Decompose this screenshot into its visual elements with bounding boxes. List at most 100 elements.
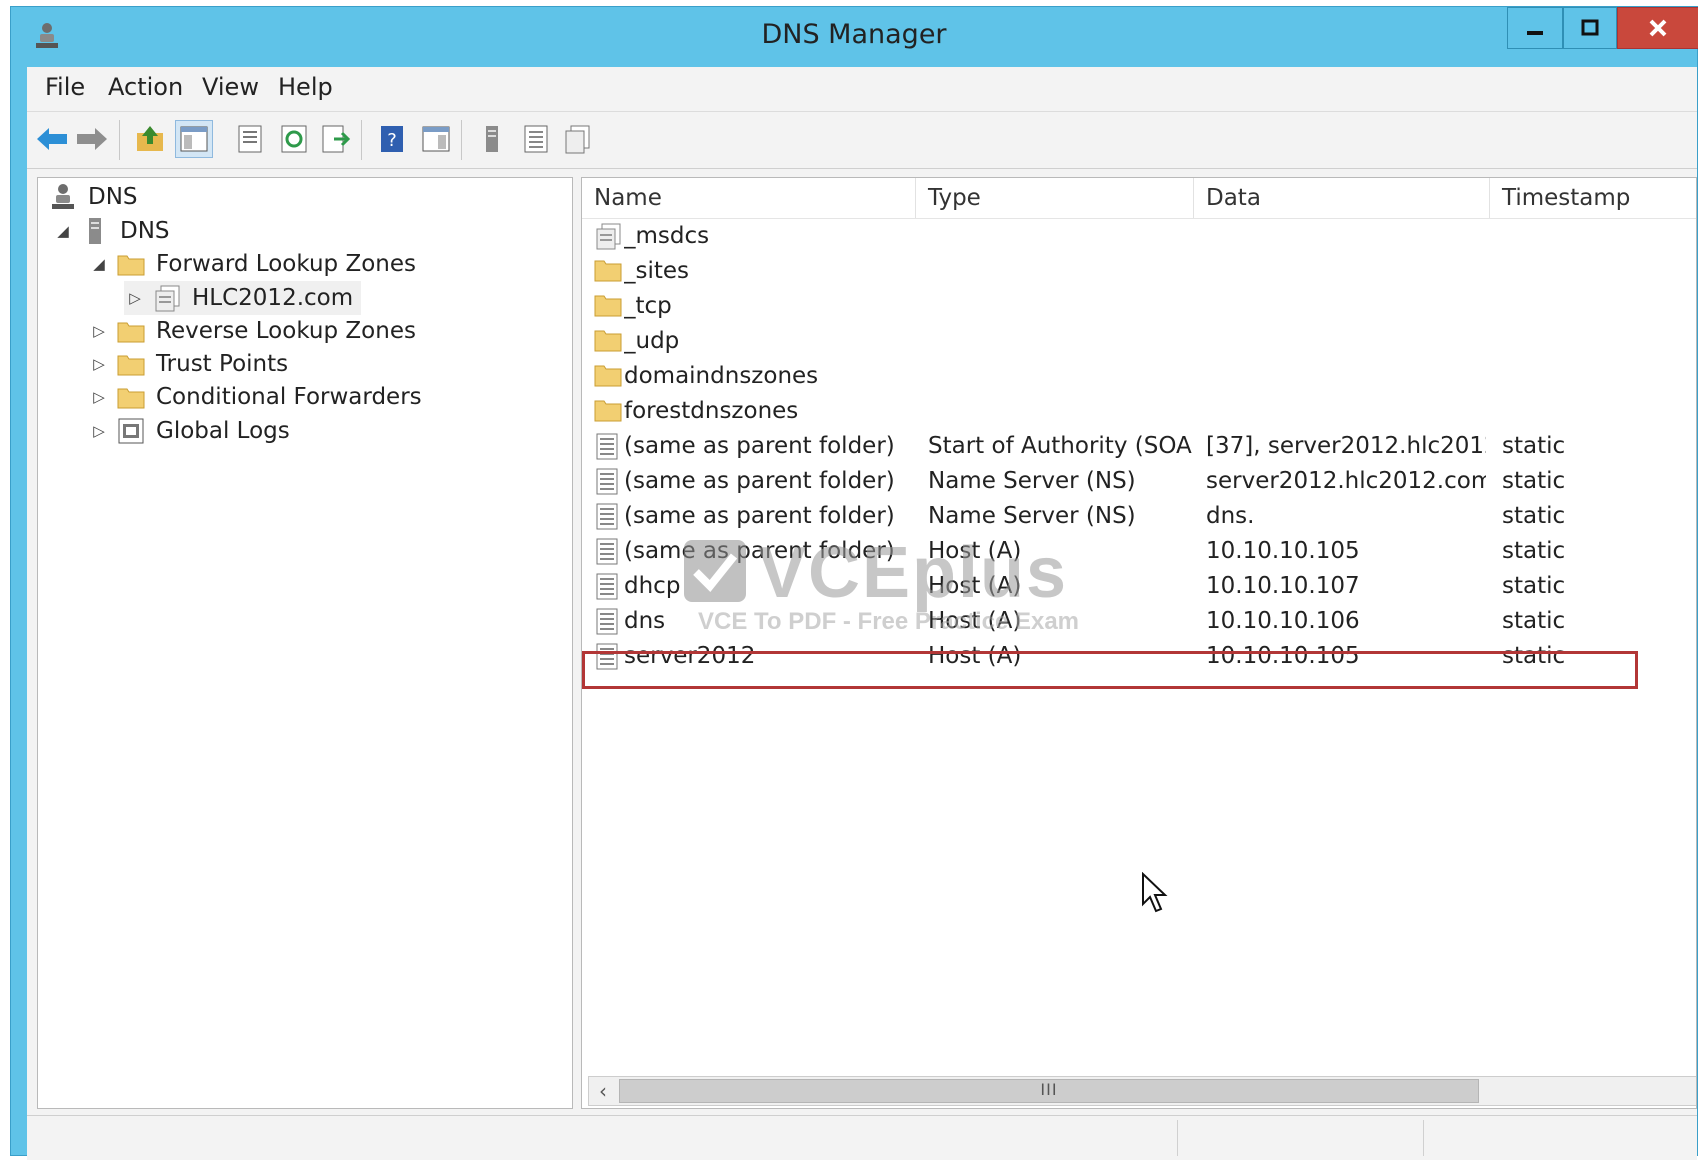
menu-action[interactable]: Action (108, 73, 183, 101)
cell-name: _tcp (624, 293, 672, 319)
table-row[interactable]: forestdnszones (582, 394, 1696, 429)
cell-name: server2012 (624, 643, 756, 669)
cell-name: domaindnszones (624, 363, 819, 389)
record-icon (594, 642, 622, 670)
table-row[interactable]: _sites (582, 254, 1696, 289)
cell-data (1206, 359, 1486, 394)
expand-arrow-icon[interactable]: ▷ (88, 388, 110, 406)
table-row[interactable]: (same as parent folder) Start of Authorit… (582, 429, 1696, 464)
table-row[interactable]: server2012 Host (A) 10.10.10.105 static (582, 639, 1696, 674)
cell-type (928, 359, 1192, 394)
maximize-button[interactable] (1563, 7, 1617, 49)
table-row[interactable]: domaindnszones (582, 359, 1696, 394)
cell-name: _sites (624, 258, 690, 284)
cell-name: (same as parent folder) (624, 468, 895, 494)
cell-data: [37], server2012.hlc2012.c... (1206, 433, 1486, 459)
table-row[interactable]: _udp (582, 324, 1696, 359)
table-row[interactable]: _tcp (582, 289, 1696, 324)
column-header-type[interactable]: Type (916, 178, 1194, 218)
export-list-icon[interactable] (317, 120, 355, 158)
column-header-data[interactable]: Data (1194, 178, 1490, 218)
cell-data (1206, 254, 1486, 289)
tree-item-hlc2012-zone[interactable]: ▷ HLC2012.com (124, 281, 362, 315)
refresh-icon[interactable] (275, 120, 313, 158)
scrollbar-thumb[interactable]: III (619, 1079, 1479, 1103)
tree-item-global-logs[interactable]: ▷ Global Logs (88, 414, 290, 448)
cell-timestamp: static (1502, 643, 1566, 669)
status-pane (1177, 1120, 1178, 1156)
folder-icon (594, 362, 622, 390)
cell-timestamp (1502, 289, 1696, 324)
table-row[interactable]: (same as parent folder) Name Server (NS) d… (582, 499, 1696, 534)
cell-name: (same as parent folder) (624, 538, 895, 564)
menu-file[interactable]: File (45, 73, 85, 101)
server-icon[interactable] (473, 120, 511, 158)
tree-item-trust-points[interactable]: ▷ Trust Points (88, 347, 288, 381)
show-hide-action-pane-icon[interactable] (417, 120, 455, 158)
records-list[interactable]: Name Type Data Timestamp _msdcs _sites _tc… (581, 177, 1697, 1109)
title-bar[interactable]: DNS Manager (11, 7, 1698, 67)
console-tree[interactable]: DNS ◢ DNS ◢ Forward Lookup Zones ▷ HLC20… (37, 177, 573, 1109)
tree-item-dns-server[interactable]: ◢ DNS (52, 214, 170, 248)
up-folder-icon[interactable] (131, 120, 169, 158)
cell-timestamp (1502, 324, 1696, 359)
close-icon (1649, 19, 1667, 37)
column-header-timestamp[interactable]: Timestamp (1490, 178, 1696, 218)
column-header-name[interactable]: Name (582, 178, 916, 218)
cell-type: Host (A) (928, 643, 1022, 669)
list-icon[interactable] (517, 120, 555, 158)
horizontal-scrollbar[interactable]: ‹ III › (588, 1076, 1696, 1106)
cell-data: 10.10.10.105 (1206, 538, 1360, 564)
table-row[interactable]: _msdcs (582, 219, 1696, 254)
forward-icon[interactable] (73, 120, 111, 158)
help-icon[interactable]: ? (373, 120, 411, 158)
zone-icon (152, 283, 182, 313)
table-row[interactable]: (same as parent folder) Name Server (NS) s… (582, 464, 1696, 499)
expand-arrow-icon[interactable]: ▷ (88, 322, 110, 340)
cell-data (1206, 394, 1486, 429)
properties-icon[interactable] (231, 120, 269, 158)
expand-arrow-icon[interactable]: ▷ (124, 289, 146, 307)
cell-type (928, 394, 1192, 429)
tree-item-forward-lookup-zones[interactable]: ◢ Forward Lookup Zones (88, 247, 416, 281)
toolbar-separator (361, 120, 362, 160)
cell-type: Name Server (NS) (928, 503, 1136, 529)
menu-help[interactable]: Help (278, 73, 333, 101)
cell-type: Start of Authority (SOA) (928, 433, 1192, 459)
table-row[interactable]: (same as parent folder) Host (A) 10.10.10.… (582, 534, 1696, 569)
zone-icon[interactable] (559, 120, 597, 158)
collapse-arrow-icon[interactable]: ◢ (52, 222, 74, 240)
tree-item-dns-root[interactable]: DNS (48, 180, 138, 214)
expand-arrow-icon[interactable]: ▷ (88, 422, 110, 440)
record-icon (594, 467, 622, 495)
table-row[interactable]: dhcp Host (A) 10.10.10.107 static (582, 569, 1696, 604)
collapse-arrow-icon[interactable]: ◢ (88, 255, 110, 273)
minimize-button[interactable] (1507, 7, 1563, 49)
table-row[interactable]: dns Host (A) 10.10.10.106 static (582, 604, 1696, 639)
status-pane (1423, 1120, 1424, 1156)
close-button[interactable] (1617, 7, 1698, 49)
tree-label: Reverse Lookup Zones (156, 318, 416, 344)
cell-timestamp (1502, 219, 1696, 254)
cell-timestamp (1502, 394, 1696, 429)
cell-data (1206, 219, 1486, 254)
cell-type (928, 254, 1192, 289)
scroll-left-icon[interactable]: ‹ (589, 1077, 617, 1105)
record-icon (594, 537, 622, 565)
tree-label: DNS (120, 218, 170, 244)
cell-timestamp: static (1502, 573, 1566, 599)
tree-label: HLC2012.com (192, 285, 354, 311)
cell-type: Host (A) (928, 573, 1022, 599)
show-hide-console-tree-icon[interactable] (175, 120, 213, 158)
cell-name: _msdcs (624, 223, 710, 249)
folder-icon (594, 257, 622, 285)
cell-name: _udp (624, 328, 680, 354)
back-icon[interactable] (33, 120, 71, 158)
cell-data (1206, 289, 1486, 324)
tree-item-conditional-forwarders[interactable]: ▷ Conditional Forwarders (88, 380, 421, 414)
status-bar (27, 1115, 1697, 1160)
tree-item-reverse-lookup-zones[interactable]: ▷ Reverse Lookup Zones (88, 314, 416, 348)
expand-arrow-icon[interactable]: ▷ (88, 355, 110, 373)
cell-timestamp: static (1502, 468, 1566, 494)
menu-view[interactable]: View (202, 73, 259, 101)
